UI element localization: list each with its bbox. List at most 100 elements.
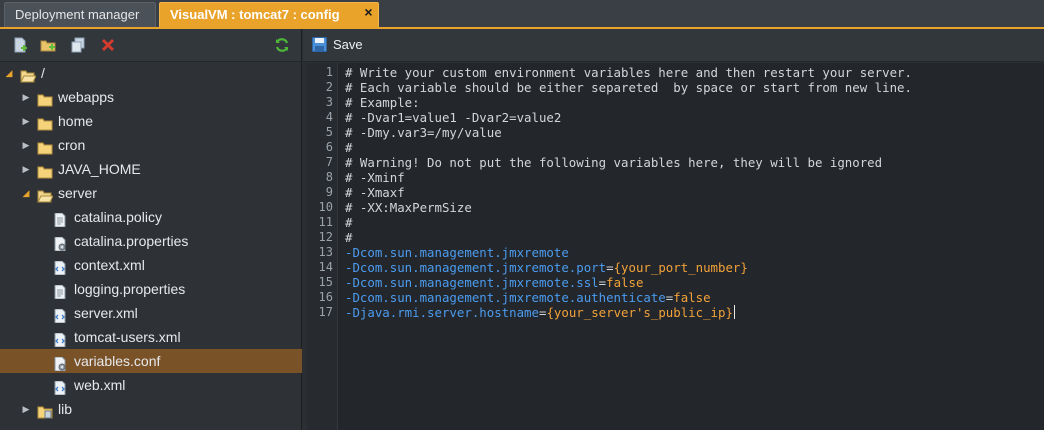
tree-item-web-xml[interactable]: web.xml [0,373,302,397]
expand-arrow-icon[interactable]: ▶ [21,397,31,421]
line-number: 14 [318,260,333,274]
line-number: 11 [318,215,333,229]
tree-item-label: server [58,185,97,201]
tree-item-label: server.xml [74,305,138,321]
tree-item-label: logging.properties [74,281,186,297]
code-line: # Each variable should be either separet… [345,80,912,95]
equals-sign: = [606,260,614,275]
comment-text: # Each variable should be either separet… [345,80,912,95]
property-key: -Dcom.sun.management.jmxremote.ssl [345,275,599,290]
code-line: # Write your custom environment variable… [345,65,912,80]
config-file-icon [53,234,69,252]
tree-item-label: home [58,113,94,129]
equals-sign: = [598,275,607,290]
tree-root[interactable]: ◢ / [0,61,302,85]
line-number: 17 [318,305,333,319]
code-line: # -XX:MaxPermSize [345,200,472,215]
line-number: 7 [325,155,333,169]
comment-text: # Example: [345,95,420,110]
code-line: -Dcom.sun.management.jmxremote.ssl=false [345,275,643,290]
code-line: # Example: [345,95,420,110]
line-number: 9 [325,185,333,199]
line-number: 3 [325,95,333,109]
file-icon [53,210,69,228]
code-line: -Dcom.sun.management.jmxremote.authentic… [345,290,711,305]
comment-text: # -Xmaxf [345,185,405,200]
comment-text: # Write your custom environment variable… [345,65,912,80]
tree-item-lib[interactable]: ▶ lib [0,397,302,421]
tab-visualvm-config[interactable]: VisualVM : tomcat7 : config × [159,2,379,27]
tree-item-server[interactable]: ◢ server [0,181,302,205]
comment-text: # -Dmy.var3=/my/value [345,125,502,140]
delete-icon[interactable] [100,37,116,53]
tab-deployment-manager[interactable]: Deployment manager [4,2,156,27]
folder-icon [37,90,53,107]
line-number: 2 [325,80,333,94]
property-value: {your_port_number} [613,260,748,275]
line-number: 13 [318,245,333,259]
tree-item-label: lib [58,401,73,417]
comment-text: # -Xminf [345,170,405,185]
expand-arrow-icon[interactable]: ▶ [21,133,31,157]
library-folder-icon [37,402,53,419]
tree-item-logging-properties[interactable]: logging.properties [0,277,302,301]
xml-file-icon [53,306,69,324]
collapse-arrow-icon[interactable]: ◢ [21,181,31,205]
property-key: -Dcom.sun.management.jmxremote [345,245,569,260]
line-number: 4 [325,110,333,124]
tab-bar: Deployment manager VisualVM : tomcat7 : … [0,0,1044,29]
line-number: 5 [325,125,333,139]
comment-text: # [345,215,353,230]
collapse-arrow-icon[interactable]: ◢ [4,61,14,85]
tree-item-context-xml[interactable]: context.xml [0,253,302,277]
line-number: 8 [325,170,333,184]
line-number-gutter: 1 2 3 4 5 6 7 8 9 10 11 12 13 14 15 16 17 [307,63,338,430]
tree-item-webapps[interactable]: ▶ webapps [0,85,302,109]
copy-icon[interactable] [70,37,86,53]
expand-arrow-icon[interactable]: ▶ [21,109,31,133]
tree-item-java-home[interactable]: ▶ JAVA_HOME [0,157,302,181]
new-folder-icon[interactable] [40,37,56,53]
tree-item-label: catalina.policy [74,209,162,225]
folder-icon [37,114,53,131]
code-line: # -Dmy.var3=/my/value [345,125,502,140]
tree-item-tomcat-users-xml[interactable]: tomcat-users.xml [0,325,302,349]
code-line: -Dcom.sun.management.jmxremote [345,245,569,260]
folder-open-icon [37,186,54,203]
save-icon [312,37,327,52]
editor-toolbar: Save [303,29,1044,62]
tree-item-catalina-policy[interactable]: catalina.policy [0,205,302,229]
code-line: -Djava.rmi.server.hostname={your_server'… [345,305,735,320]
file-manager-panel: ◢ / ▶ webapps ▶ home ▶ cron ▶ JAVA_HOME [0,29,302,430]
code-line: # -Xminf [345,170,405,185]
tree-item-cron[interactable]: ▶ cron [0,133,302,157]
new-file-icon[interactable] [12,37,28,53]
file-toolbar [0,29,301,62]
expand-arrow-icon[interactable]: ▶ [21,85,31,109]
code-editor[interactable]: 1 2 3 4 5 6 7 8 9 10 11 12 13 14 15 16 17 # Write your c… [307,63,1044,430]
comment-text: # [345,230,353,245]
tree-item-label: JAVA_HOME [58,161,141,177]
tree-item-label: variables.conf [74,353,161,369]
xml-file-icon [53,330,69,348]
file-icon [53,282,69,300]
property-value: false [673,290,711,305]
tree-item-variables-conf[interactable]: variables.conf [0,349,302,373]
tree-item-label: webapps [58,89,115,105]
code-line: # Warning! Do not put the following vari… [345,155,882,170]
expand-arrow-icon[interactable]: ▶ [21,157,31,181]
close-icon[interactable]: × [362,5,375,19]
tree-item-catalina-properties[interactable]: catalina.properties [0,229,302,253]
tree-item-label: context.xml [74,257,145,273]
tree-root-label: / [41,65,45,81]
refresh-icon[interactable] [274,37,290,53]
code-line: # [345,215,352,230]
code-line: # -Dvar1=value1 -Dvar2=value2 [345,110,561,125]
code-line: -Dcom.sun.management.jmxremote.port={you… [345,260,748,275]
config-file-icon [53,354,69,372]
tree-item-home[interactable]: ▶ home [0,109,302,133]
tree-item-label: catalina.properties [74,233,189,249]
line-number: 12 [318,230,333,244]
property-key: -Dcom.sun.management.jmxremote.port [345,260,607,275]
tree-item-server-xml[interactable]: server.xml [0,301,302,325]
